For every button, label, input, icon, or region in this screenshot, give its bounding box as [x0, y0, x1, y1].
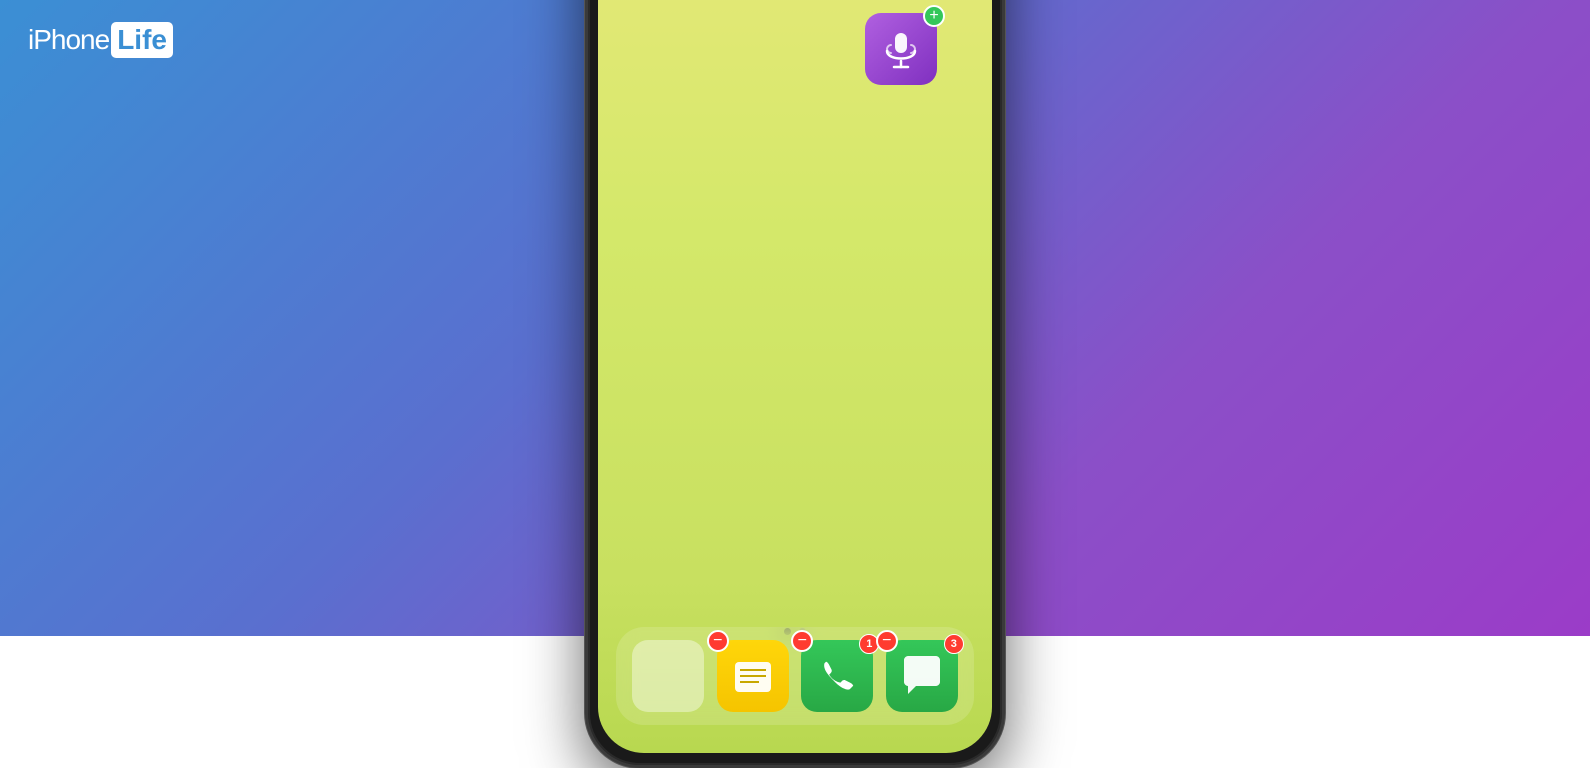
brand-logo: iPhone Life — [28, 22, 173, 58]
dock-blank — [632, 640, 704, 712]
logo-life-text: Life — [111, 22, 173, 58]
volume-up-button — [585, 0, 587, 11]
remove-badge-notes[interactable]: − — [707, 630, 729, 652]
remove-badge-messages[interactable]: − — [876, 630, 898, 652]
add-badge-podcasts[interactable]: + — [923, 5, 945, 27]
dock-messages[interactable]: − 3 — [886, 640, 958, 712]
phone-device: − gusto wallet Gusto Wallet − — [585, 0, 1005, 768]
notes-icon[interactable] — [717, 640, 789, 712]
power-button — [1003, 1, 1005, 71]
phone-frame: − gusto wallet Gusto Wallet − — [585, 0, 1005, 768]
notification-badge-messages: 3 — [944, 634, 964, 654]
dock-blank-icon — [632, 640, 704, 712]
dock-phone[interactable]: − 1 — [801, 640, 873, 712]
volume-down-button — [585, 26, 587, 66]
logo-iphone-text: iPhone — [28, 24, 109, 56]
dock: − − — [616, 627, 974, 725]
phone-screen: − gusto wallet Gusto Wallet − — [598, 0, 992, 753]
dock-notes[interactable]: − — [717, 640, 789, 712]
podcasts-area[interactable]: + — [865, 13, 937, 85]
